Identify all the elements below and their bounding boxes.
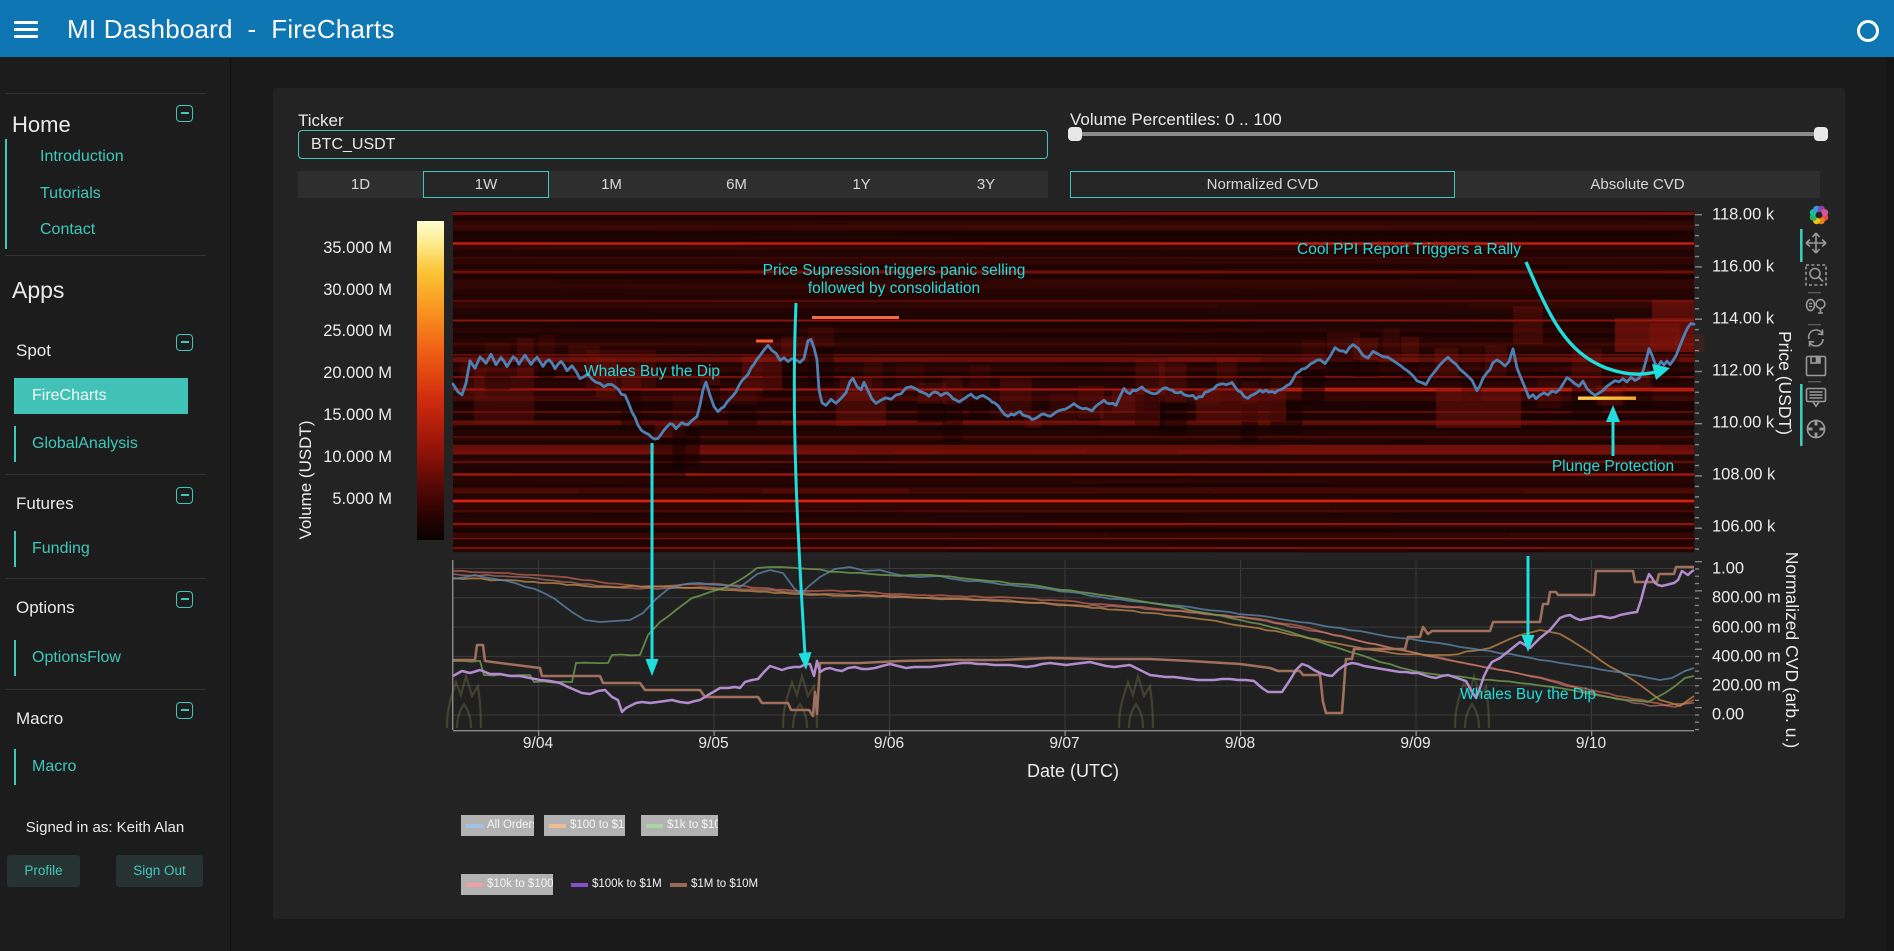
svg-text:15.000 M: 15.000 M [323,406,392,424]
svg-text:Whales Buy the Dip: Whales Buy the Dip [584,363,720,380]
svg-text:Normalized CVD (arb. u.): Normalized CVD (arb. u.) [1782,552,1802,748]
svg-text:118.00 k: 118.00 k [1712,206,1775,224]
svg-text:9/05: 9/05 [698,735,728,752]
svg-text:9/07: 9/07 [1049,735,1079,752]
svg-text:Price (USDT): Price (USDT) [1775,331,1795,435]
svg-text:106.00 k: 106.00 k [1712,518,1776,536]
svg-text:9/04: 9/04 [523,735,554,752]
svg-text:Cool PPI Report Triggers a Ral: Cool PPI Report Triggers a Rally [1297,241,1521,258]
svg-text:9/10: 9/10 [1576,735,1607,752]
svg-text:108.00 k: 108.00 k [1712,466,1776,484]
svg-text:Plunge Protection: Plunge Protection [1552,458,1674,475]
svg-text:Date (UTC): Date (UTC) [1027,761,1119,781]
svg-text:112.00 k: 112.00 k [1712,362,1775,380]
svg-text:10.000 M: 10.000 M [323,448,392,466]
svg-text:9/09: 9/09 [1400,735,1430,752]
svg-text:35.000 M: 35.000 M [323,239,392,257]
svg-text:800.00 m: 800.00 m [1712,589,1781,607]
svg-text:25.000 M: 25.000 M [323,322,392,340]
svg-text:600.00 m: 600.00 m [1712,619,1781,637]
svg-text:1.00: 1.00 [1712,560,1744,578]
svg-text:114.00 k: 114.00 k [1712,310,1775,328]
svg-text:20.000 M: 20.000 M [323,364,392,382]
svg-text:5.000 M: 5.000 M [332,490,392,508]
svg-text:110.00 k: 110.00 k [1712,414,1775,432]
svg-text:30.000 M: 30.000 M [323,281,392,299]
svg-text:Volume (USDT): Volume (USDT) [296,420,315,539]
svg-text:9/08: 9/08 [1225,735,1255,752]
svg-text:116.00 k: 116.00 k [1712,258,1775,276]
svg-text:0.00: 0.00 [1712,706,1744,724]
svg-text:Price Supression triggers pani: Price Supression triggers panic selling [763,262,1026,279]
svg-text:400.00 m: 400.00 m [1712,648,1781,666]
svg-text:9/06: 9/06 [874,735,904,752]
svg-text:Whales Buy the Dip: Whales Buy the Dip [1460,686,1596,703]
svg-text:200.00 m: 200.00 m [1712,677,1781,695]
svg-text:followed by consolidation: followed by consolidation [808,280,980,297]
